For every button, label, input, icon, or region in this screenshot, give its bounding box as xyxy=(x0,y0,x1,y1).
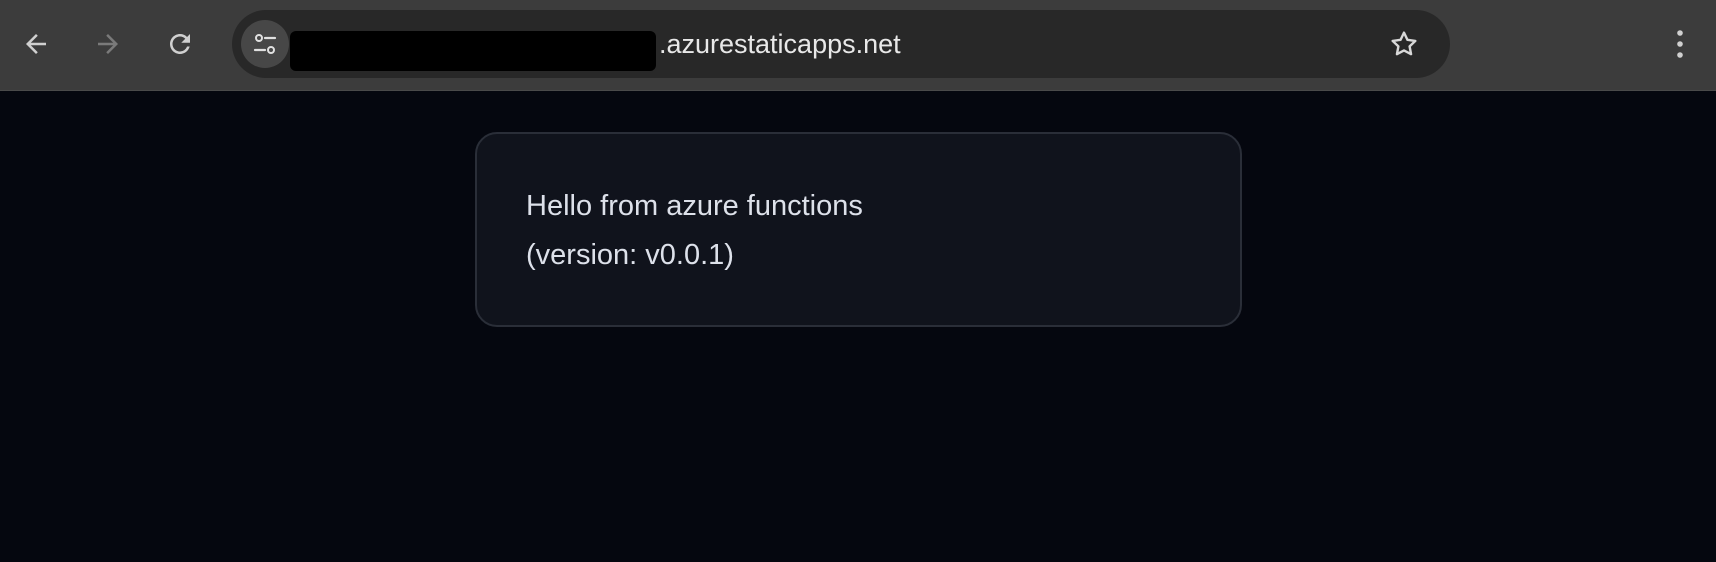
address-bar[interactable]: .azurestaticapps.net xyxy=(232,10,1450,78)
more-vert-icon xyxy=(1677,30,1683,58)
star-icon xyxy=(1391,31,1417,56)
reload-icon xyxy=(170,34,190,54)
arrow-left-icon xyxy=(26,34,46,54)
greeting-text: Hello from azure functions xyxy=(526,190,863,222)
back-button[interactable] xyxy=(14,22,58,66)
url-text[interactable]: .azurestaticapps.net xyxy=(659,26,901,62)
tune-icon xyxy=(253,34,277,54)
forward-button[interactable] xyxy=(86,22,130,66)
browser-toolbar: .azurestaticapps.net xyxy=(0,0,1716,91)
site-info-button[interactable] xyxy=(241,20,289,68)
message-card: Hello from azure functions (version: v0.… xyxy=(475,132,1242,327)
bookmark-button[interactable] xyxy=(1382,22,1426,66)
browser-menu-button[interactable] xyxy=(1658,22,1702,66)
reload-button[interactable] xyxy=(158,22,202,66)
version-text: (version: v0.0.1) xyxy=(526,239,734,271)
redacted-url-prefix xyxy=(290,31,656,71)
arrow-right-icon xyxy=(98,34,118,54)
